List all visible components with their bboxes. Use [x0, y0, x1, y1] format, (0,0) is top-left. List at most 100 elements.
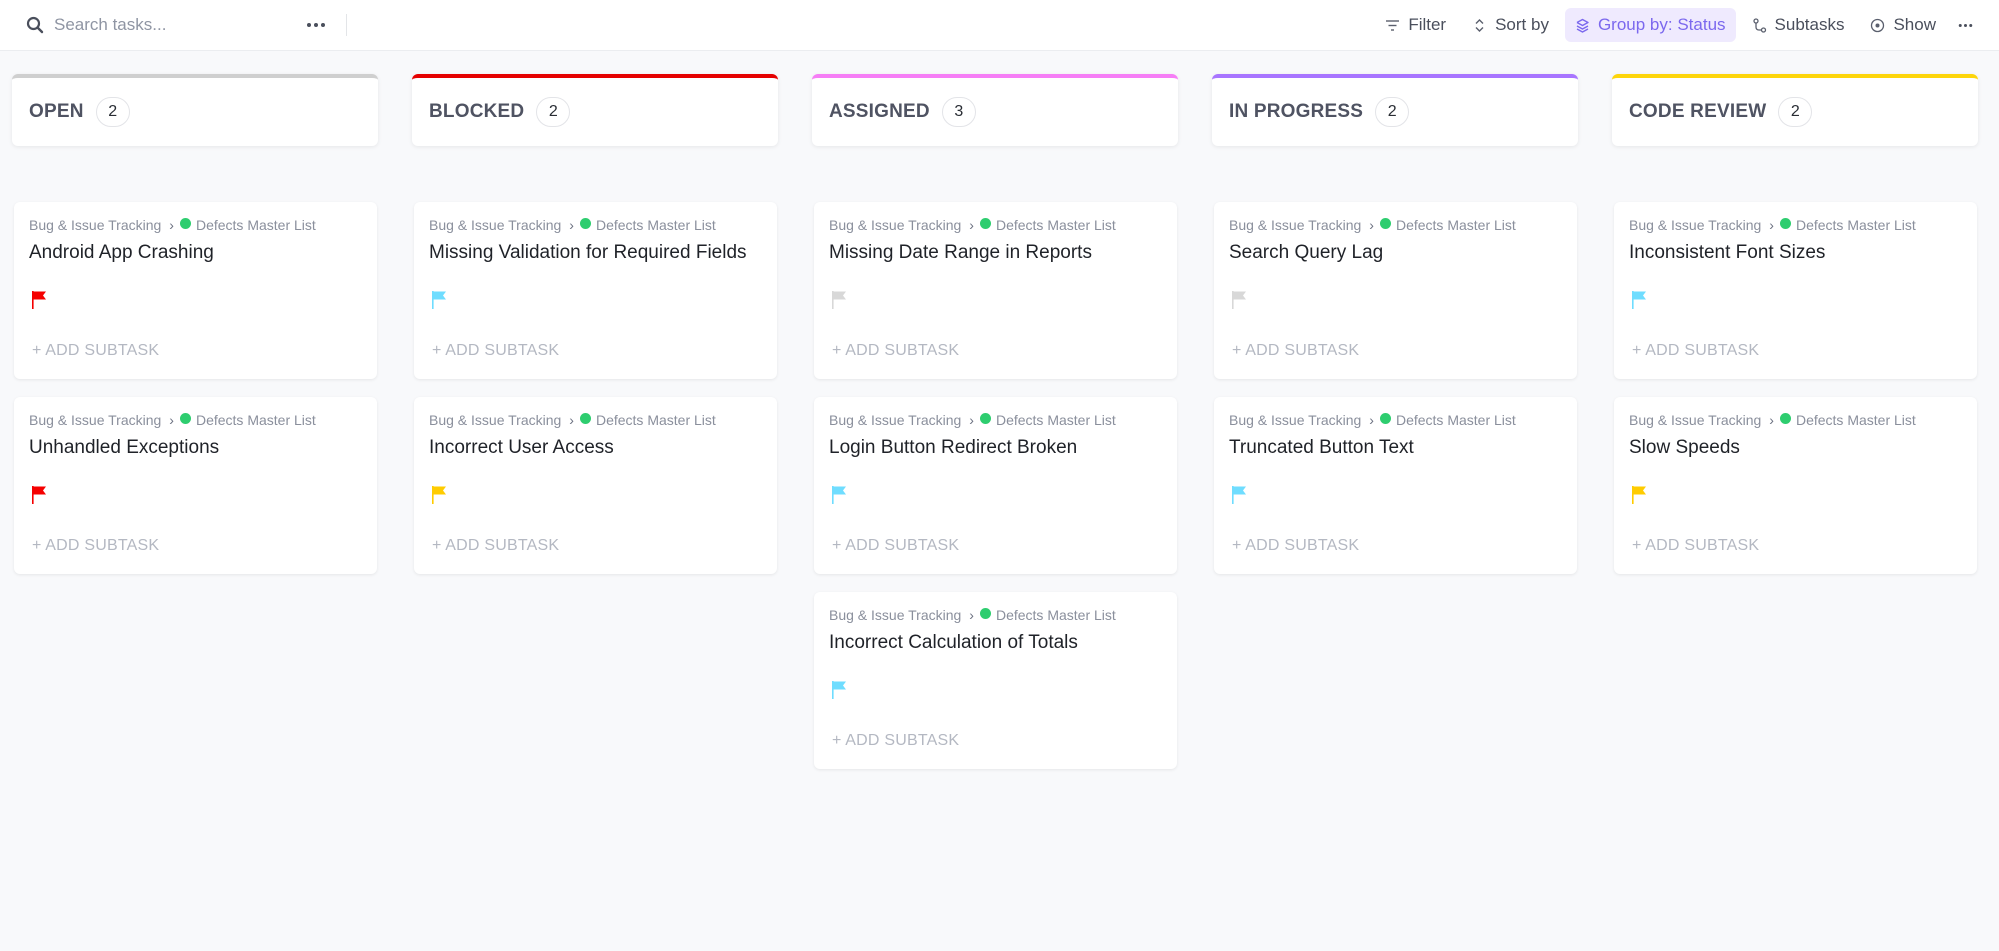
task-title[interactable]: Android App Crashing: [29, 242, 214, 264]
breadcrumb-list[interactable]: Defects Master List: [596, 412, 716, 428]
filter-label: Filter: [1408, 15, 1447, 34]
priority-flag-icon-low[interactable]: [1231, 290, 1249, 310]
column-cards: Bug & Issue Tracking › Defects Master Li…: [14, 202, 378, 592]
column-task-count: 2: [1778, 97, 1813, 127]
show-button[interactable]: Show: [1860, 8, 1946, 42]
task-card[interactable]: Bug & Issue Tracking › Defects Master Li…: [814, 592, 1177, 769]
breadcrumb-list[interactable]: Defects Master List: [1796, 217, 1916, 233]
more-options-button[interactable]: [1952, 8, 1979, 42]
view-controls: Filter Sort by Group by: Status Subtasks…: [1375, 8, 1979, 42]
priority-flag-icon-low[interactable]: [831, 290, 849, 310]
task-breadcrumb: Bug & Issue Tracking › Defects Master Li…: [1229, 217, 1516, 233]
column-task-count: 3: [941, 97, 976, 127]
column-task-count: 2: [536, 97, 571, 127]
add-subtask-button[interactable]: + ADD SUBTASK: [432, 537, 559, 555]
eye-icon: [1871, 18, 1885, 32]
task-card[interactable]: Bug & Issue Tracking › Defects Master Li…: [414, 397, 777, 574]
chevron-right-icon: ›: [169, 217, 174, 233]
task-card[interactable]: Bug & Issue Tracking › Defects Master Li…: [414, 202, 777, 379]
list-status-dot-icon: [1779, 412, 1791, 424]
status-column-blocked: BLOCKED 2 Bug & Issue Tracking › Defects…: [412, 74, 778, 574]
priority-flag-icon-high[interactable]: [431, 485, 449, 505]
task-card[interactable]: Bug & Issue Tracking › Defects Master Li…: [1214, 202, 1577, 379]
breadcrumb-list[interactable]: Defects Master List: [996, 412, 1116, 428]
breadcrumb-list[interactable]: Defects Master List: [596, 217, 716, 233]
add-subtask-button[interactable]: + ADD SUBTASK: [32, 537, 159, 555]
filter-button[interactable]: Filter: [1375, 8, 1456, 42]
search-input[interactable]: [54, 15, 294, 35]
task-card[interactable]: Bug & Issue Tracking › Defects Master Li…: [814, 202, 1177, 379]
breadcrumb-space[interactable]: Bug & Issue Tracking: [1629, 412, 1761, 428]
column-header[interactable]: BLOCKED 2: [412, 74, 778, 146]
breadcrumb-list[interactable]: Defects Master List: [996, 607, 1116, 623]
status-column-assigned: ASSIGNED 3 Bug & Issue Tracking › Defect…: [812, 74, 1178, 769]
task-card[interactable]: Bug & Issue Tracking › Defects Master Li…: [1614, 202, 1977, 379]
add-subtask-button[interactable]: + ADD SUBTASK: [832, 732, 959, 750]
breadcrumb-space[interactable]: Bug & Issue Tracking: [29, 412, 161, 428]
breadcrumb-space[interactable]: Bug & Issue Tracking: [829, 217, 961, 233]
breadcrumb-space[interactable]: Bug & Issue Tracking: [829, 607, 961, 623]
priority-flag-icon-urgent[interactable]: [31, 485, 49, 505]
column-cards: Bug & Issue Tracking › Defects Master Li…: [1614, 202, 1978, 592]
task-title[interactable]: Slow Speeds: [1629, 437, 1740, 459]
breadcrumb-list[interactable]: Defects Master List: [196, 217, 316, 233]
task-title[interactable]: Incorrect User Access: [429, 437, 614, 459]
breadcrumb-list[interactable]: Defects Master List: [1796, 412, 1916, 428]
task-card[interactable]: Bug & Issue Tracking › Defects Master Li…: [14, 397, 377, 574]
task-title[interactable]: Missing Date Range in Reports: [829, 242, 1092, 264]
add-subtask-button[interactable]: + ADD SUBTASK: [1232, 342, 1359, 360]
task-card[interactable]: Bug & Issue Tracking › Defects Master Li…: [1614, 397, 1977, 574]
status-column-code-review: CODE REVIEW 2 Bug & Issue Tracking › Def…: [1612, 74, 1978, 574]
column-cards: Bug & Issue Tracking › Defects Master Li…: [814, 202, 1178, 787]
subtasks-label: Subtasks: [1774, 15, 1845, 34]
breadcrumb-space[interactable]: Bug & Issue Tracking: [429, 412, 561, 428]
priority-flag-icon-normal[interactable]: [431, 290, 449, 310]
breadcrumb-space[interactable]: Bug & Issue Tracking: [829, 412, 961, 428]
add-subtask-button[interactable]: + ADD SUBTASK: [432, 342, 559, 360]
add-subtask-button[interactable]: + ADD SUBTASK: [832, 342, 959, 360]
breadcrumb-list[interactable]: Defects Master List: [996, 217, 1116, 233]
layers-icon: [1576, 18, 1589, 33]
breadcrumb-space[interactable]: Bug & Issue Tracking: [1229, 217, 1361, 233]
task-card[interactable]: Bug & Issue Tracking › Defects Master Li…: [1214, 397, 1577, 574]
breadcrumb-space[interactable]: Bug & Issue Tracking: [1229, 412, 1361, 428]
task-card[interactable]: Bug & Issue Tracking › Defects Master Li…: [814, 397, 1177, 574]
task-title[interactable]: Incorrect Calculation of Totals: [829, 632, 1078, 654]
task-title[interactable]: Missing Validation for Required Fields: [429, 242, 747, 264]
task-title[interactable]: Search Query Lag: [1229, 242, 1383, 264]
column-title: CODE REVIEW: [1629, 101, 1767, 122]
task-title[interactable]: Inconsistent Font Sizes: [1629, 242, 1825, 264]
task-title[interactable]: Truncated Button Text: [1229, 437, 1414, 459]
column-header[interactable]: CODE REVIEW 2: [1612, 74, 1978, 146]
breadcrumb-list[interactable]: Defects Master List: [1396, 412, 1516, 428]
breadcrumb-list[interactable]: Defects Master List: [1396, 217, 1516, 233]
chevron-right-icon: ›: [969, 217, 974, 233]
priority-flag-icon-high[interactable]: [1631, 485, 1649, 505]
add-subtask-button[interactable]: + ADD SUBTASK: [1632, 342, 1759, 360]
add-subtask-button[interactable]: + ADD SUBTASK: [1632, 537, 1759, 555]
task-title[interactable]: Login Button Redirect Broken: [829, 437, 1077, 459]
breadcrumb-space[interactable]: Bug & Issue Tracking: [429, 217, 561, 233]
priority-flag-icon-normal[interactable]: [831, 485, 849, 505]
column-header[interactable]: OPEN 2: [12, 74, 378, 146]
priority-flag-icon-normal[interactable]: [831, 680, 849, 700]
task-title[interactable]: Unhandled Exceptions: [29, 437, 219, 459]
sort-button[interactable]: Sort by: [1462, 8, 1559, 42]
chevron-right-icon: ›: [1369, 217, 1374, 233]
group-by-button[interactable]: Group by: Status: [1564, 8, 1736, 42]
priority-flag-icon-normal[interactable]: [1231, 485, 1249, 505]
breadcrumb-space[interactable]: Bug & Issue Tracking: [29, 217, 161, 233]
column-cards: Bug & Issue Tracking › Defects Master Li…: [1214, 202, 1578, 592]
column-header[interactable]: ASSIGNED 3: [812, 74, 1178, 146]
task-card[interactable]: Bug & Issue Tracking › Defects Master Li…: [14, 202, 377, 379]
priority-flag-icon-urgent[interactable]: [31, 290, 49, 310]
column-header[interactable]: IN PROGRESS 2: [1212, 74, 1578, 146]
breadcrumb-space[interactable]: Bug & Issue Tracking: [1629, 217, 1761, 233]
add-subtask-button[interactable]: + ADD SUBTASK: [1232, 537, 1359, 555]
subtasks-button[interactable]: Subtasks: [1742, 8, 1855, 42]
breadcrumb-list[interactable]: Defects Master List: [196, 412, 316, 428]
add-subtask-button[interactable]: + ADD SUBTASK: [832, 537, 959, 555]
search-options-button[interactable]: [302, 12, 330, 38]
add-subtask-button[interactable]: + ADD SUBTASK: [32, 342, 159, 360]
priority-flag-icon-normal[interactable]: [1631, 290, 1649, 310]
